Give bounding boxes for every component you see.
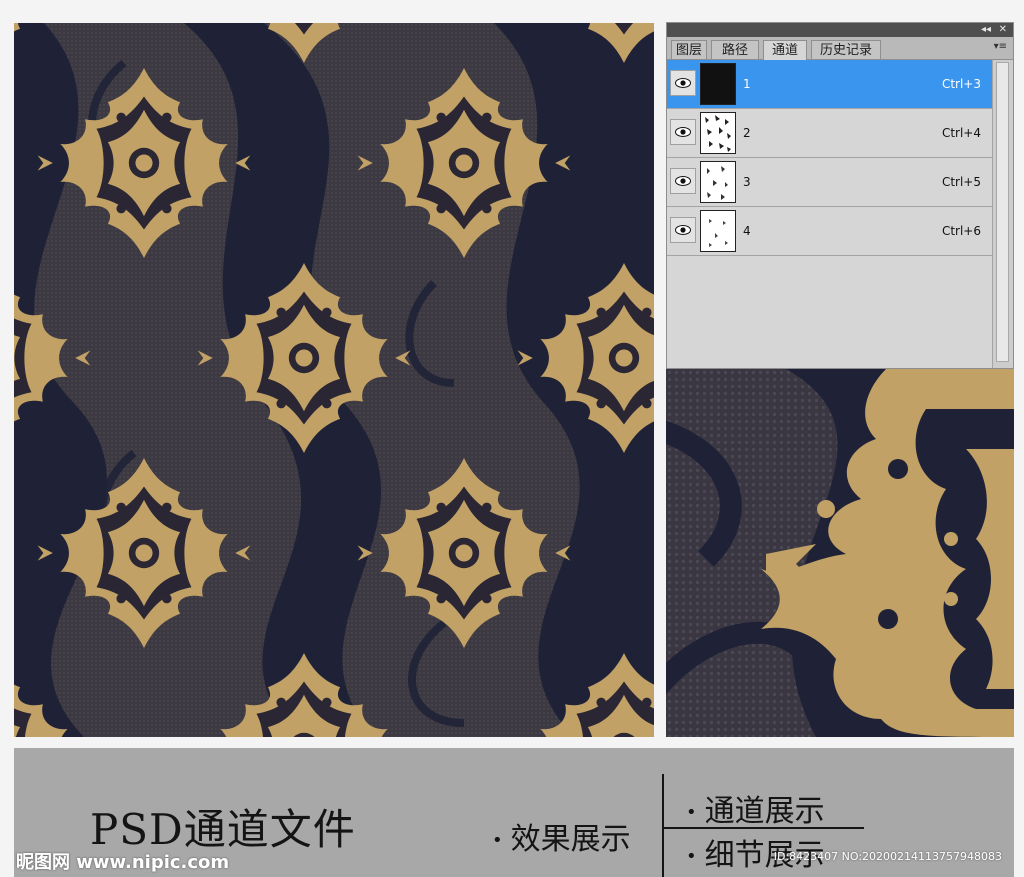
eye-icon[interactable]: [670, 217, 696, 243]
collapse-panel-icon[interactable]: ◂◂: [981, 23, 991, 37]
detail-preview-image: [666, 369, 1014, 737]
panel-tabs: 图层 路径 通道 历史记录 ▾≡: [667, 37, 1013, 60]
tab-layers[interactable]: 图层: [671, 40, 707, 59]
channel-shortcut: Ctrl+3: [941, 77, 981, 91]
channel-shortcut: Ctrl+5: [941, 175, 981, 189]
eye-icon[interactable]: [670, 70, 696, 96]
channel-thumbnail: [700, 63, 736, 105]
channel-list: 1 Ctrl+3 2 Ctrl+4 3 Ctrl+5 4 Ctrl+6: [667, 60, 993, 256]
bullet-icon: •: [686, 846, 697, 867]
tab-history[interactable]: 历史记录: [811, 40, 881, 59]
caption-effect-label: • 效果展示: [492, 822, 631, 857]
damask-pattern: [14, 23, 654, 737]
channel-name: 1: [743, 77, 751, 91]
channel-shortcut: Ctrl+6: [941, 224, 981, 238]
watermark-id: ID:8423407 NO:20200214113757948083: [773, 850, 1002, 863]
channel-name: 4: [743, 224, 751, 238]
channel-thumbnail: [700, 210, 736, 252]
eye-icon[interactable]: [670, 168, 696, 194]
channel-name: 3: [743, 175, 751, 189]
channel-shortcut: Ctrl+4: [941, 126, 981, 140]
channels-panel: ◂◂ ✕ 图层 路径 通道 历史记录 ▾≡ 1 Ctrl+3 2 Ctrl+4 …: [666, 22, 1014, 369]
close-icon[interactable]: ✕: [999, 23, 1007, 37]
channel-thumbnail: [700, 112, 736, 154]
channel-row-2[interactable]: 2 Ctrl+4: [667, 109, 993, 158]
effect-preview-image: [14, 23, 654, 737]
panel-menu-icon[interactable]: ▾≡: [994, 41, 1007, 52]
watermark-logo: 昵图网 www.nipic.com: [16, 852, 230, 873]
bullet-icon: •: [686, 802, 697, 823]
scrollbar-thumb[interactable]: [996, 62, 1009, 362]
panel-scrollbar[interactable]: [992, 60, 1013, 368]
tab-paths[interactable]: 路径: [711, 40, 759, 59]
channel-name: 2: [743, 126, 751, 140]
caption-divider-vertical: [662, 774, 664, 877]
channel-row-4[interactable]: 4 Ctrl+6: [667, 207, 993, 256]
channel-thumbnail: [700, 161, 736, 203]
bullet-icon: •: [492, 830, 503, 851]
channel-row-1[interactable]: 1 Ctrl+3: [667, 60, 993, 109]
caption-channel-label: • 通道展示: [686, 794, 825, 829]
panel-titlebar: ◂◂ ✕: [667, 23, 1013, 37]
damask-detail: [666, 369, 1014, 737]
channel-row-3[interactable]: 3 Ctrl+5: [667, 158, 993, 207]
eye-icon[interactable]: [670, 119, 696, 145]
tab-channels[interactable]: 通道: [763, 40, 807, 60]
